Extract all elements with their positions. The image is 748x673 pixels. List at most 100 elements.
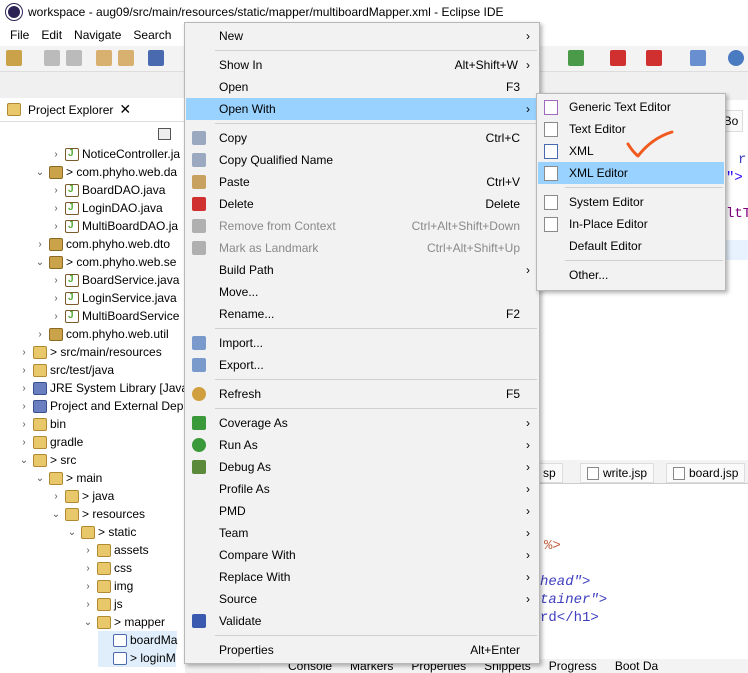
- expand-toggle-icon[interactable]: ›: [50, 185, 62, 196]
- tree-item[interactable]: › bin: [18, 415, 66, 433]
- menu-item-source[interactable]: Source ›: [186, 588, 538, 610]
- tree-item[interactable]: › BoardDAO.java: [50, 181, 165, 199]
- tree-item[interactable]: › LoginService.java: [50, 289, 176, 307]
- menu-item-properties[interactable]: Properties Alt+Enter: [186, 639, 538, 661]
- expand-toggle-icon[interactable]: ›: [82, 563, 94, 574]
- menu-search[interactable]: Search: [127, 28, 177, 42]
- menu-item-export[interactable]: Export...: [186, 354, 538, 376]
- expand-toggle-icon[interactable]: ›: [34, 239, 46, 250]
- menu-item-refresh[interactable]: Refresh F5: [186, 383, 538, 405]
- boot-dashboard-tab[interactable]: Boot Da: [615, 659, 658, 673]
- tree-item[interactable]: › assets: [82, 541, 148, 559]
- menu-item-coverage-as[interactable]: Coverage As ›: [186, 412, 538, 434]
- expand-toggle-icon[interactable]: ›: [50, 149, 62, 160]
- print-icon[interactable]: [96, 50, 112, 66]
- spring-icon[interactable]: [728, 50, 744, 66]
- save-icon[interactable]: [44, 50, 60, 66]
- expand-toggle-icon[interactable]: ⌄: [18, 455, 30, 466]
- menu-item-import[interactable]: Import...: [186, 332, 538, 354]
- open-with-item-in-place-editor[interactable]: In-Place Editor: [538, 213, 724, 235]
- tree-item[interactable]: › MultiBoardService: [50, 307, 179, 325]
- editor-tab-board[interactable]: board.jsp: [666, 463, 746, 483]
- menu-item-open[interactable]: Open F3: [186, 76, 538, 98]
- tree-item[interactable]: › NoticeController.ja: [50, 145, 180, 163]
- tree-item[interactable]: boardMa: [98, 631, 178, 649]
- menu-item-profile-as[interactable]: Profile As ›: [186, 478, 538, 500]
- tree-item[interactable]: › JRE System Library [Java: [18, 379, 188, 397]
- expand-toggle-icon[interactable]: ›: [18, 365, 30, 376]
- menu-item-open-with[interactable]: Open With ›: [186, 98, 538, 120]
- expand-toggle-icon[interactable]: ›: [50, 311, 62, 322]
- expand-toggle-icon[interactable]: ›: [18, 383, 30, 394]
- menu-item-paste[interactable]: Paste Ctrl+V: [186, 171, 538, 193]
- menu-file[interactable]: File: [4, 28, 35, 42]
- expand-toggle-icon[interactable]: ›: [18, 347, 30, 358]
- tree-item[interactable]: ⌄ > static: [66, 523, 137, 541]
- tree-item[interactable]: › com.phyho.web.util: [34, 325, 168, 343]
- expand-toggle-icon[interactable]: ›: [82, 581, 94, 592]
- expand-toggle-icon[interactable]: ›: [50, 275, 62, 286]
- tree-item[interactable]: › com.phyho.web.dto: [34, 235, 170, 253]
- tree-item[interactable]: › MultiBoardDAO.ja: [50, 217, 178, 235]
- expand-toggle-icon[interactable]: ›: [82, 545, 94, 556]
- tree-item[interactable]: › js: [82, 595, 122, 613]
- collapse-all-icon[interactable]: [158, 128, 171, 140]
- tree-item[interactable]: › Project and External Dep: [18, 397, 183, 415]
- save-all-icon[interactable]: [66, 50, 82, 66]
- menu-item-debug-as[interactable]: Debug As ›: [186, 456, 538, 478]
- tree-item[interactable]: ⌄ > com.phyho.web.da: [34, 163, 177, 181]
- expand-toggle-icon[interactable]: ⌄: [34, 473, 46, 484]
- menu-navigate[interactable]: Navigate: [68, 28, 127, 42]
- menu-item-show-in[interactable]: Show In Alt+Shift+W ›: [186, 54, 538, 76]
- tree-item[interactable]: ⌄ > com.phyho.web.se: [34, 253, 177, 271]
- tree-item[interactable]: › gradle: [18, 433, 83, 451]
- editor-tab[interactable]: sp: [536, 463, 563, 483]
- open-with-item-generic-text-editor[interactable]: Generic Text Editor: [538, 96, 724, 118]
- expand-toggle-icon[interactable]: ⌄: [34, 257, 46, 268]
- menu-item-copy-qualified-name[interactable]: Copy Qualified Name: [186, 149, 538, 171]
- expand-toggle-icon[interactable]: ›: [50, 293, 62, 304]
- menu-item-build-path[interactable]: Build Path ›: [186, 259, 538, 281]
- menu-item-remove-from-context[interactable]: Remove from Context Ctrl+Alt+Shift+Down: [186, 215, 538, 237]
- menu-item-rename[interactable]: Rename... F2: [186, 303, 538, 325]
- tree-item[interactable]: › css: [82, 559, 132, 577]
- expand-toggle-icon[interactable]: ›: [18, 419, 30, 430]
- new-icon[interactable]: [6, 50, 22, 66]
- close-icon[interactable]: ✕: [119, 101, 131, 118]
- tree-item[interactable]: ⌄ > resources: [50, 505, 145, 523]
- editor-tab-write[interactable]: write.jsp: [580, 463, 655, 483]
- stop-icon[interactable]: [610, 50, 626, 66]
- tree-item[interactable]: > loginM: [98, 649, 176, 667]
- expand-toggle-icon[interactable]: ⌄: [66, 527, 78, 538]
- menu-item-new[interactable]: New ›: [186, 25, 538, 47]
- tree-item[interactable]: › img: [82, 577, 133, 595]
- expand-toggle-icon[interactable]: ⌄: [34, 167, 46, 178]
- menu-item-run-as[interactable]: Run As ›: [186, 434, 538, 456]
- menu-edit[interactable]: Edit: [35, 28, 68, 42]
- menu-item-delete[interactable]: Delete Delete: [186, 193, 538, 215]
- expand-toggle-icon[interactable]: ›: [82, 599, 94, 610]
- tree-item[interactable]: › LoginDAO.java: [50, 199, 162, 217]
- tree-item[interactable]: ⌄ > src: [18, 451, 77, 469]
- tree-item[interactable]: ⌄ > mapper: [82, 613, 165, 631]
- expand-toggle-icon[interactable]: ⌄: [82, 617, 94, 628]
- menu-item-validate[interactable]: Validate: [186, 610, 538, 632]
- menu-item-team[interactable]: Team ›: [186, 522, 538, 544]
- expand-toggle-icon[interactable]: ›: [34, 329, 46, 340]
- expand-toggle-icon[interactable]: ⌄: [50, 509, 62, 520]
- expand-toggle-icon[interactable]: ›: [50, 491, 62, 502]
- menu-item-move[interactable]: Move...: [186, 281, 538, 303]
- expand-toggle-icon[interactable]: ›: [18, 401, 30, 412]
- menu-item-pmd[interactable]: PMD ›: [186, 500, 538, 522]
- expand-toggle-icon[interactable]: ›: [18, 437, 30, 448]
- open-with-item-xml-editor[interactable]: XML Editor: [538, 162, 724, 184]
- menu-item-mark-as-landmark[interactable]: Mark as Landmark Ctrl+Alt+Shift+Up: [186, 237, 538, 259]
- tree-item[interactable]: › > java: [50, 487, 114, 505]
- menu-item-compare-with[interactable]: Compare With ›: [186, 544, 538, 566]
- server-icon[interactable]: [646, 50, 662, 66]
- project-explorer-tab[interactable]: Project Explorer ✕: [0, 98, 185, 122]
- perspective-icon[interactable]: [690, 50, 706, 66]
- open-with-item-default-editor[interactable]: Default Editor: [538, 235, 724, 257]
- run-icon[interactable]: [568, 50, 584, 66]
- tree-item[interactable]: › BoardService.java: [50, 271, 179, 289]
